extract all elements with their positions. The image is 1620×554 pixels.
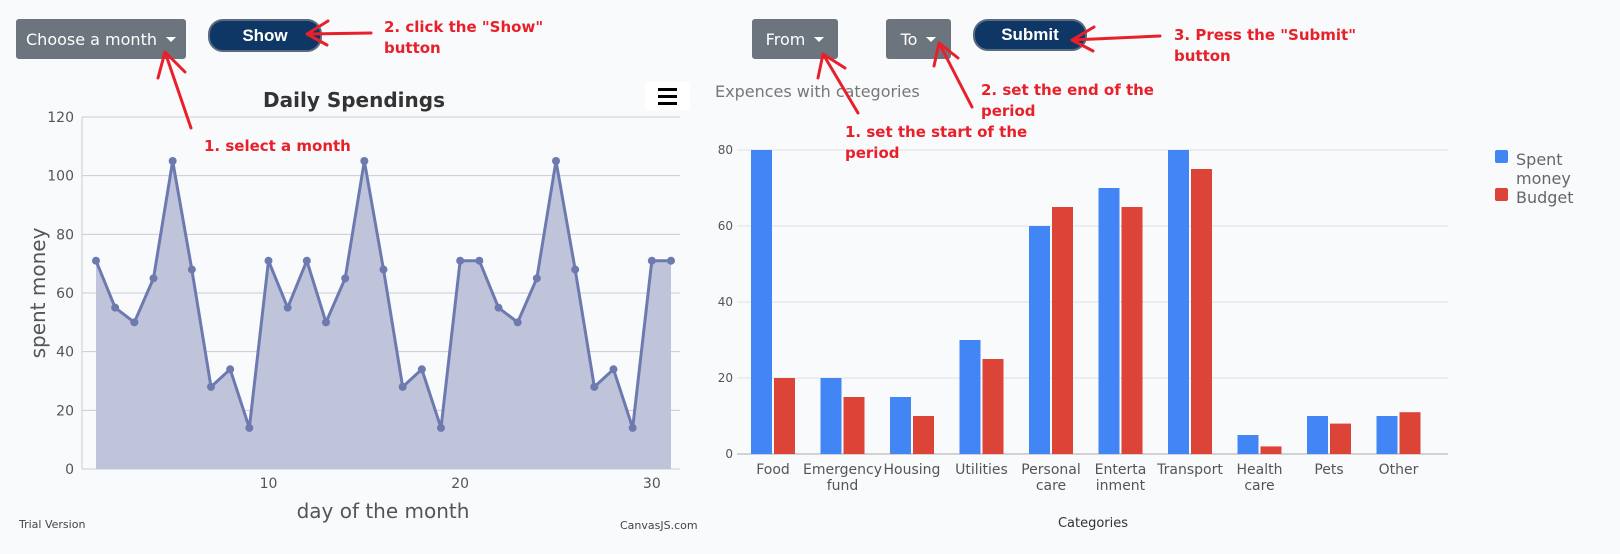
note-click-show: 2. click the "Show" button (384, 17, 543, 59)
arrow-to-to-dropdown (932, 41, 974, 109)
note-set-start: 1. set the start of the period (845, 122, 1027, 164)
note-line: button (1174, 47, 1231, 65)
note-line: 1. set the start of the (845, 123, 1028, 141)
note-set-end: 2. set the end of the period (981, 80, 1154, 122)
annotation-arrows (156, 19, 1162, 130)
arrow-to-month-dropdown (156, 50, 193, 130)
note-select-month: 1. select a month (204, 137, 351, 155)
arrow-to-submit-button (1070, 25, 1162, 53)
note-line: 3. Press the "Submit" (1174, 26, 1357, 44)
note-line: 2. click the "Show" (384, 18, 544, 36)
note-line: 2. set the end of the (981, 81, 1154, 99)
arrow-to-show-button (305, 19, 373, 47)
note-line: period (981, 102, 1036, 120)
note-line: button (384, 39, 441, 57)
note-press-submit: 3. Press the "Submit" button (1174, 25, 1356, 67)
note-line: period (845, 144, 900, 162)
arrow-to-from-dropdown (816, 52, 860, 115)
